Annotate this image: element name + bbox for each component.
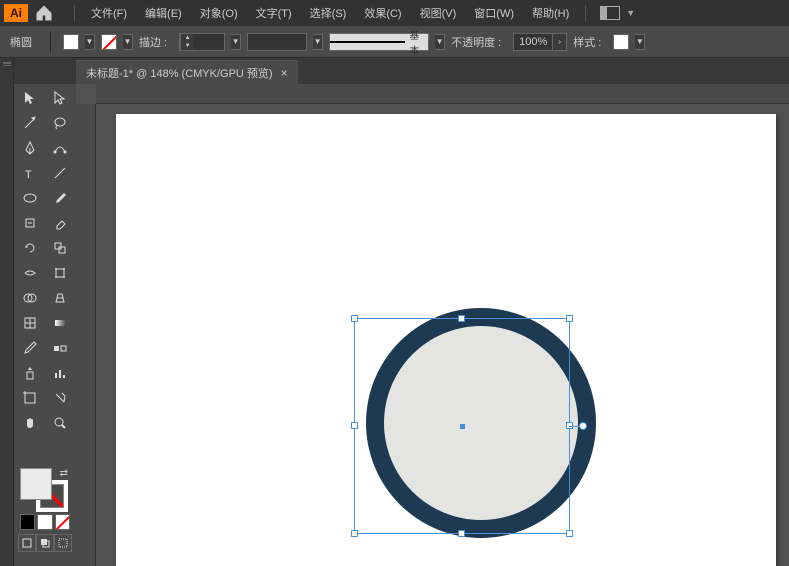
symbol-sprayer-tool[interactable] bbox=[16, 361, 44, 385]
scale-tool[interactable] bbox=[46, 236, 74, 260]
column-graph-tool[interactable] bbox=[46, 361, 74, 385]
menu-select[interactable]: 选择(S) bbox=[302, 1, 355, 25]
home-icon[interactable] bbox=[34, 3, 54, 23]
stroke-weight-field[interactable]: ▲▼ bbox=[179, 33, 225, 51]
graphic-style-swatch[interactable] bbox=[613, 34, 629, 50]
type-tool[interactable]: T bbox=[16, 161, 44, 185]
handle-top-left[interactable] bbox=[351, 315, 358, 322]
ruler-horizontal[interactable] bbox=[96, 84, 789, 104]
line-tool[interactable] bbox=[46, 161, 74, 185]
handle-bottom-left[interactable] bbox=[351, 530, 358, 537]
shape-name-label: 椭圆 bbox=[10, 34, 32, 50]
hand-tool[interactable] bbox=[16, 411, 44, 435]
stroke-swatch[interactable] bbox=[101, 34, 117, 50]
paintbrush-tool[interactable] bbox=[46, 186, 74, 210]
color-swatch[interactable] bbox=[20, 514, 35, 530]
menu-effect[interactable]: 效果(C) bbox=[356, 1, 409, 25]
lasso-tool[interactable] bbox=[46, 111, 74, 135]
stroke-weight-up[interactable]: ▲ bbox=[180, 34, 194, 42]
stroke-profile-caret[interactable]: ▼ bbox=[313, 34, 323, 50]
draw-inside-icon[interactable] bbox=[54, 534, 72, 552]
perspective-tool[interactable] bbox=[46, 286, 74, 310]
menu-file[interactable]: 文件(F) bbox=[83, 1, 135, 25]
gradient-swatch[interactable] bbox=[37, 514, 52, 530]
stroke-weight-down[interactable]: ▼ bbox=[180, 42, 194, 50]
stroke-label: 描边 : bbox=[139, 34, 167, 50]
control-bar: 椭圆 ▼ ▼ 描边 : ▲▼ ▼ ▼ 基本 ▼ 不透明度 : › 样式 : ▼ bbox=[0, 26, 789, 58]
menu-object[interactable]: 对象(O) bbox=[192, 1, 246, 25]
pen-tool[interactable] bbox=[16, 136, 44, 160]
brush-preview[interactable]: 基本 bbox=[329, 33, 429, 51]
ruler-vertical[interactable] bbox=[76, 104, 96, 566]
ellipse-inner-shape[interactable] bbox=[384, 326, 578, 520]
menu-edit[interactable]: 编辑(E) bbox=[137, 1, 190, 25]
brush-name: 基本 bbox=[409, 27, 428, 57]
curvature-tool[interactable] bbox=[46, 136, 74, 160]
document-tab-title: 未标题-1* @ 148% (CMYK/GPU 预览) bbox=[86, 65, 273, 81]
mesh-tool[interactable] bbox=[16, 311, 44, 335]
selection-tool[interactable] bbox=[16, 86, 44, 110]
menu-text[interactable]: 文字(T) bbox=[248, 1, 300, 25]
blend-tool[interactable] bbox=[46, 336, 74, 360]
ellipse-tool[interactable] bbox=[16, 186, 44, 210]
none-swatch[interactable] bbox=[55, 514, 70, 530]
stroke-weight-input[interactable] bbox=[194, 34, 224, 50]
style-label: 样式 : bbox=[573, 34, 601, 50]
menu-view[interactable]: 视图(V) bbox=[412, 1, 465, 25]
fill-stroke-control[interactable]: ⇄ bbox=[16, 466, 74, 512]
stroke-dropdown[interactable]: ▼ bbox=[123, 34, 133, 50]
gradient-tool[interactable] bbox=[46, 311, 74, 335]
width-tool[interactable] bbox=[16, 261, 44, 285]
workspace-layout-icon[interactable] bbox=[600, 6, 620, 20]
canvas-area[interactable] bbox=[76, 84, 789, 566]
brush-line bbox=[330, 41, 405, 43]
artboard[interactable] bbox=[116, 114, 776, 566]
document-tab-bar: 未标题-1* @ 148% (CMYK/GPU 预览) × bbox=[0, 58, 789, 84]
magic-wand-tool[interactable] bbox=[16, 111, 44, 135]
menu-window[interactable]: 窗口(W) bbox=[466, 1, 522, 25]
app-logo: Ai bbox=[4, 4, 28, 22]
menu-bar: Ai 文件(F) 编辑(E) 对象(O) 文字(T) 选择(S) 效果(C) 视… bbox=[0, 0, 789, 26]
opacity-input[interactable] bbox=[513, 33, 553, 51]
shape-builder-tool[interactable] bbox=[16, 286, 44, 310]
document-tab[interactable]: 未标题-1* @ 148% (CMYK/GPU 预览) × bbox=[76, 60, 298, 84]
eyedropper-tool[interactable] bbox=[16, 336, 44, 360]
close-tab-icon[interactable]: × bbox=[281, 66, 288, 80]
rotate-tool[interactable] bbox=[16, 236, 44, 260]
svg-text:T: T bbox=[25, 169, 32, 181]
handle-left[interactable] bbox=[351, 422, 358, 429]
fill-color-swatch[interactable] bbox=[20, 468, 52, 500]
separator bbox=[50, 31, 51, 53]
stroke-profile-dropdown[interactable] bbox=[247, 33, 307, 51]
opacity-dropdown[interactable]: › bbox=[553, 33, 567, 51]
fill-swatch[interactable] bbox=[63, 34, 79, 50]
handle-bottom-right[interactable] bbox=[566, 530, 573, 537]
handle-top-right[interactable] bbox=[566, 315, 573, 322]
chevron-down-icon[interactable]: ▼ bbox=[626, 8, 635, 18]
grip-icon bbox=[3, 62, 11, 65]
shaper-tool[interactable] bbox=[16, 211, 44, 235]
stroke-weight-dropdown[interactable]: ▼ bbox=[231, 34, 241, 50]
menu-help[interactable]: 帮助(H) bbox=[524, 1, 577, 25]
swap-fill-stroke-icon[interactable]: ⇄ bbox=[60, 468, 68, 479]
panel-gutter[interactable] bbox=[0, 58, 14, 566]
brush-dropdown[interactable]: ▼ bbox=[435, 34, 445, 50]
fill-dropdown[interactable]: ▼ bbox=[85, 34, 95, 50]
empty-tool-slot bbox=[16, 436, 44, 460]
graphic-style-dropdown[interactable]: ▼ bbox=[635, 34, 645, 50]
draw-normal-icon[interactable] bbox=[18, 534, 36, 552]
free-transform-tool[interactable] bbox=[46, 261, 74, 285]
tool-panel: T ⇄ bbox=[14, 84, 76, 554]
opacity-label: 不透明度 : bbox=[451, 34, 501, 50]
menu-separator bbox=[585, 5, 586, 21]
draw-mode-row bbox=[16, 534, 74, 552]
draw-behind-icon[interactable] bbox=[36, 534, 54, 552]
slice-tool[interactable] bbox=[46, 386, 74, 410]
color-mode-row bbox=[16, 514, 74, 530]
direct-selection-tool[interactable] bbox=[46, 86, 74, 110]
artboard-tool[interactable] bbox=[16, 386, 44, 410]
eraser-tool[interactable] bbox=[46, 211, 74, 235]
zoom-tool[interactable] bbox=[46, 411, 74, 435]
menu-separator bbox=[74, 5, 75, 21]
